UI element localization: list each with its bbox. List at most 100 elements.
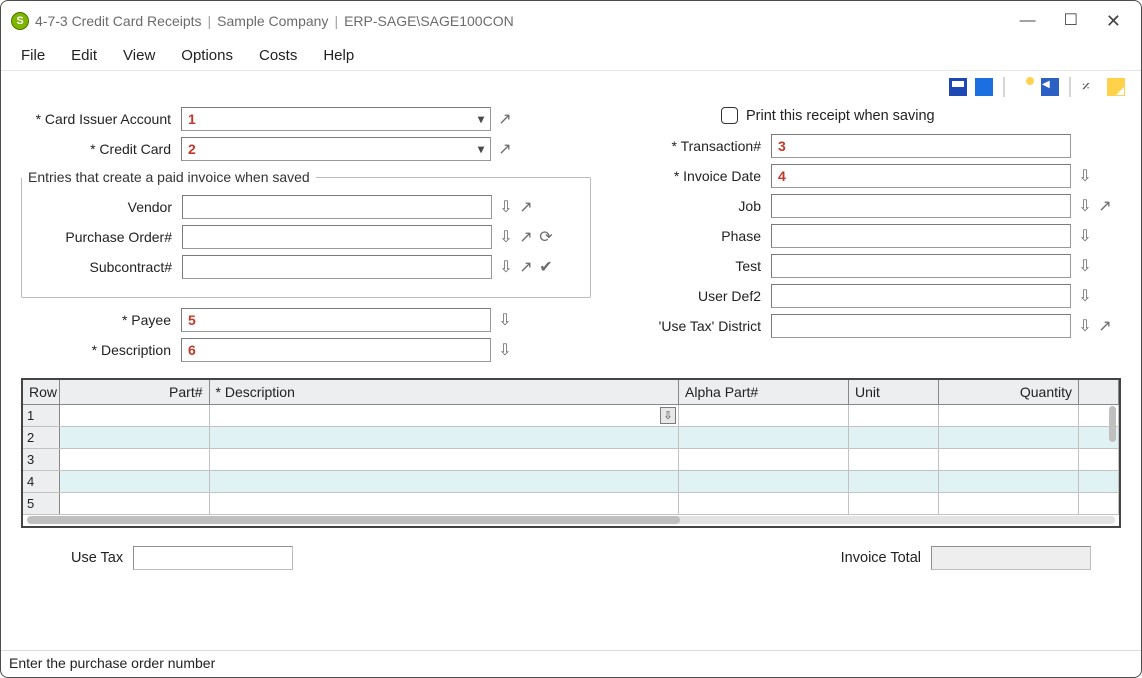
credit-card-select[interactable]: 2 ▾ <box>181 137 491 161</box>
lookup-icon[interactable]: ↗ <box>1097 196 1113 216</box>
use-tax-label: Use Tax <box>71 550 123 566</box>
company-name: Sample Company <box>217 13 328 29</box>
col-unit[interactable]: Unit <box>849 380 939 404</box>
card-issuer-select[interactable]: 1 ▾ <box>181 107 491 131</box>
vertical-scrollbar[interactable] <box>1109 406 1116 442</box>
col-quantity[interactable]: Quantity <box>939 380 1079 404</box>
cell-dropdown-icon[interactable]: ⇩ <box>660 407 676 424</box>
col-row[interactable]: Row <box>23 380 59 404</box>
menu-file[interactable]: File <box>21 47 45 64</box>
dropdown-icon[interactable]: ⇩ <box>498 257 514 277</box>
dropdown-icon[interactable]: ⇩ <box>1077 166 1093 186</box>
col-alpha-part[interactable]: Alpha Part# <box>679 380 849 404</box>
refresh-icon[interactable]: ⟳ <box>538 227 554 247</box>
lookup-icon[interactable]: ↗ <box>518 257 534 277</box>
dropdown-icon[interactable]: ⇩ <box>498 227 514 247</box>
note-icon[interactable] <box>1107 78 1125 96</box>
subcontract-label: Subcontract# <box>22 259 182 275</box>
server-name: ERP-SAGE\SAGE100CON <box>344 13 514 29</box>
table-row[interactable]: 4 <box>23 470 1119 492</box>
lookup-icon[interactable]: ↗ <box>497 139 513 159</box>
lookup-icon[interactable]: ↗ <box>1097 316 1113 336</box>
lookup-icon[interactable]: ↗ <box>497 109 513 129</box>
app-window: S 4-7-3 Credit Card Receipts | Sample Co… <box>0 0 1142 678</box>
chevron-down-icon: ▾ <box>478 142 484 156</box>
maximize-button[interactable]: ☐ <box>1064 13 1078 29</box>
title-bar: S 4-7-3 Credit Card Receipts | Sample Co… <box>1 1 1141 41</box>
usetax-district-label: 'Use Tax' District <box>631 318 771 334</box>
invoice-total-label: Invoice Total <box>841 550 921 566</box>
phase-input[interactable] <box>771 224 1071 248</box>
menu-edit[interactable]: Edit <box>71 47 97 64</box>
test-label: Test <box>631 258 771 274</box>
toolbar-divider <box>1003 77 1005 97</box>
table-row[interactable]: 1 ⇩ <box>23 404 1119 426</box>
paid-invoice-group: Entries that create a paid invoice when … <box>21 169 591 298</box>
app-icon: S <box>11 12 29 30</box>
save-close-icon[interactable] <box>975 78 993 96</box>
dropdown-icon[interactable]: ⇩ <box>1077 286 1093 306</box>
print-receipt-checkbox[interactable] <box>721 107 738 124</box>
payee-input[interactable] <box>181 308 491 332</box>
dropdown-icon[interactable]: ⇩ <box>498 197 514 217</box>
subcontract-input[interactable] <box>182 255 492 279</box>
col-blank <box>1079 380 1119 404</box>
window-title: 4-7-3 Credit Card Receipts <box>35 13 202 29</box>
dropdown-icon[interactable]: ⇩ <box>497 340 513 360</box>
purchase-order-input[interactable] <box>182 225 492 249</box>
horizontal-scrollbar[interactable] <box>27 516 1115 524</box>
dropdown-icon[interactable]: ⇩ <box>1077 316 1093 336</box>
paid-invoice-legend: Entries that create a paid invoice when … <box>22 169 316 185</box>
invoice-date-label: * Invoice Date <box>631 168 771 184</box>
payee-label: * Payee <box>21 312 181 328</box>
userdef2-label: User Def2 <box>631 288 771 304</box>
chevron-down-icon: ▾ <box>478 112 484 126</box>
menu-view[interactable]: View <box>123 47 155 64</box>
job-input[interactable] <box>771 194 1071 218</box>
description-label: * Description <box>21 342 181 358</box>
menu-options[interactable]: Options <box>181 47 233 64</box>
menu-costs[interactable]: Costs <box>259 47 297 64</box>
card-issuer-label: * Card Issuer Account <box>21 111 181 127</box>
save-icon[interactable] <box>949 78 967 96</box>
test-input[interactable] <box>771 254 1071 278</box>
table-row[interactable]: 2 <box>23 426 1119 448</box>
attachment-icon[interactable]: 𝄎 <box>1081 78 1099 96</box>
transaction-label: * Transaction# <box>631 138 771 154</box>
credit-card-label: * Credit Card <box>21 141 181 157</box>
invoice-date-input[interactable] <box>771 164 1071 188</box>
new-record-icon[interactable] <box>1015 78 1033 96</box>
col-description[interactable]: * Description <box>209 380 679 404</box>
minimize-button[interactable]: ― <box>1020 13 1036 29</box>
check-icon[interactable]: ✔ <box>538 257 554 277</box>
dropdown-icon[interactable]: ⇩ <box>1077 256 1093 276</box>
purchase-order-label: Purchase Order# <box>22 229 182 245</box>
status-text: Enter the purchase order number <box>9 655 215 671</box>
status-bar: Enter the purchase order number <box>1 650 1141 677</box>
print-receipt-label: Print this receipt when saving <box>746 108 935 124</box>
description-input[interactable] <box>181 338 491 362</box>
menu-bar: File Edit View Options Costs Help <box>1 41 1141 71</box>
phase-label: Phase <box>631 228 771 244</box>
table-row[interactable]: 5 <box>23 492 1119 514</box>
menu-help[interactable]: Help <box>323 47 354 64</box>
dropdown-icon[interactable]: ⇩ <box>497 310 513 330</box>
table-row[interactable]: 3 <box>23 448 1119 470</box>
vendor-label: Vendor <box>22 199 182 215</box>
line-items-grid[interactable]: Row Part# * Description Alpha Part# Unit… <box>21 378 1121 528</box>
usetax-district-input[interactable] <box>771 314 1071 338</box>
lookup-icon[interactable]: ↗ <box>518 197 534 217</box>
vendor-input[interactable] <box>182 195 492 219</box>
dropdown-icon[interactable]: ⇩ <box>1077 226 1093 246</box>
dropdown-icon[interactable]: ⇩ <box>1077 196 1093 216</box>
lookup-icon[interactable]: ↗ <box>518 227 534 247</box>
transaction-input[interactable] <box>771 134 1071 158</box>
toolbar-divider <box>1069 77 1071 97</box>
invoice-total-input <box>931 546 1091 570</box>
navigate-icon[interactable]: ◀ <box>1041 78 1059 96</box>
col-part[interactable]: Part# <box>59 380 209 404</box>
toolbar: ◀ 𝄎 <box>1 71 1141 99</box>
userdef2-input[interactable] <box>771 284 1071 308</box>
close-button[interactable]: ✕ <box>1106 12 1121 30</box>
use-tax-input[interactable] <box>133 546 293 570</box>
